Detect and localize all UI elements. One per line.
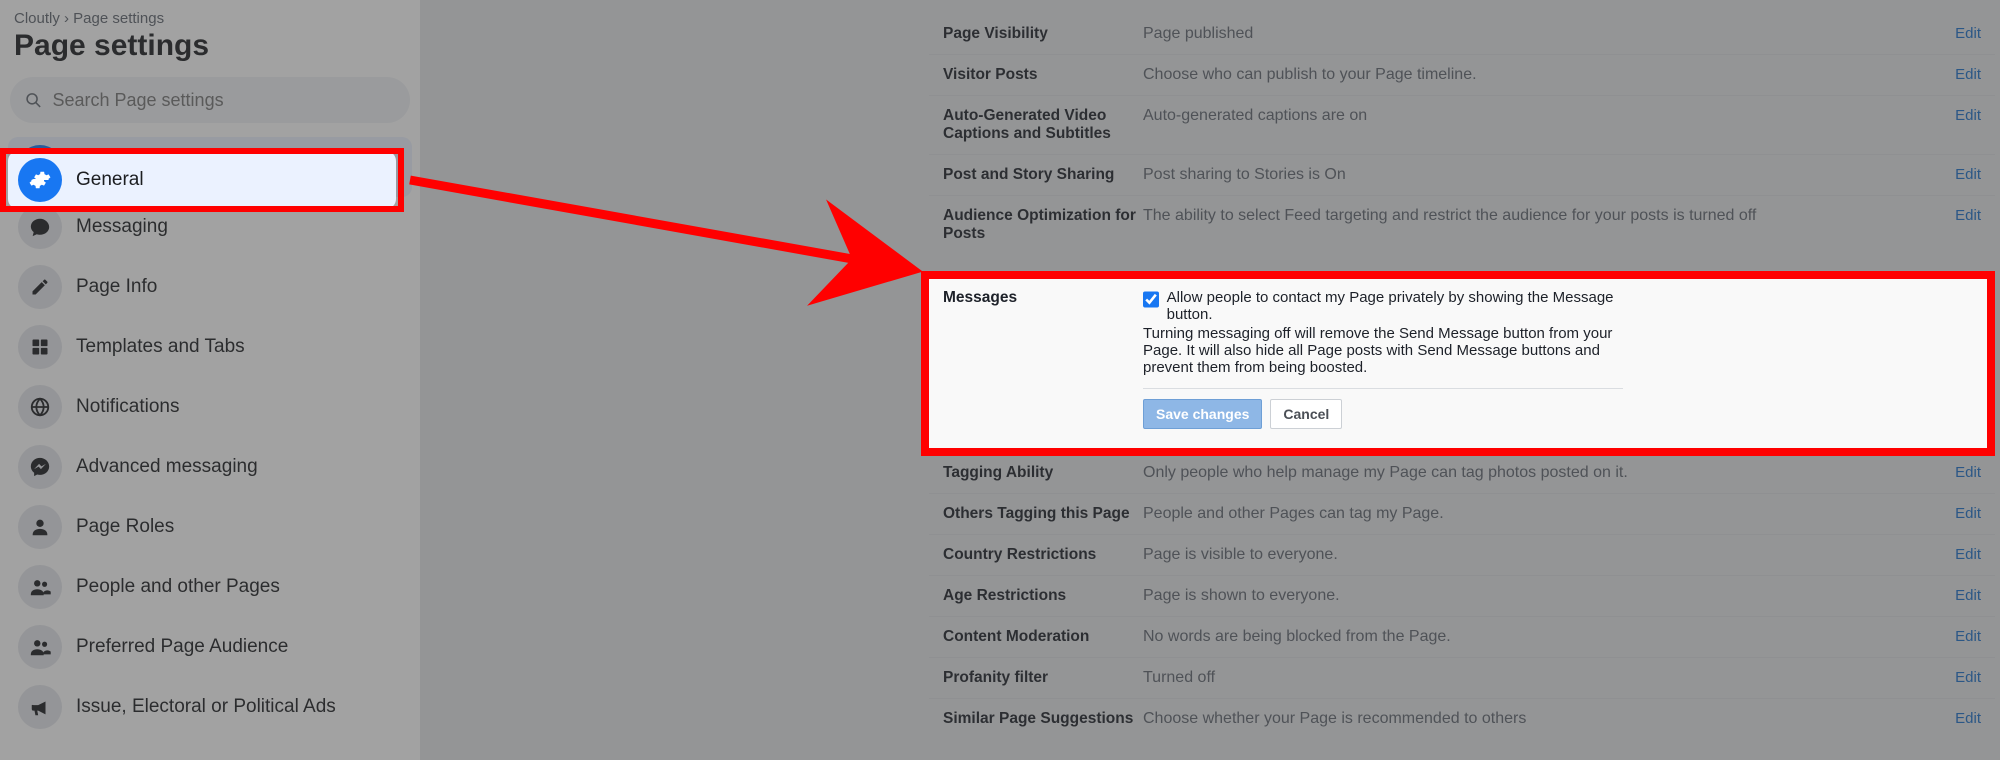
settings-bottom: Tagging Ability Only people who help man… xyxy=(929,453,1995,739)
row-similar-page-suggestions: Similar Page Suggestions Choose whether … xyxy=(929,698,1995,739)
search-icon xyxy=(24,90,42,110)
row-label: Auto-Generated Video Captions and Subtit… xyxy=(943,107,1143,143)
row-desc: People and other Pages can tag my Page. xyxy=(1143,505,1921,523)
grid-icon xyxy=(18,325,62,369)
row-label: Content Moderation xyxy=(943,628,1143,646)
sidebar-item-advanced-messaging[interactable]: Advanced messaging xyxy=(8,437,412,497)
cancel-button[interactable]: Cancel xyxy=(1270,399,1342,429)
search-input[interactable] xyxy=(52,90,396,111)
sidebar-item-label: Preferred Page Audience xyxy=(76,636,288,658)
sidebar-item-label: General xyxy=(76,169,144,191)
page-title: Page settings xyxy=(0,29,420,77)
edit-link[interactable]: Edit xyxy=(1921,546,1981,563)
row-label: Post and Story Sharing xyxy=(943,166,1143,184)
row-label: Audience Optimization for Posts xyxy=(943,207,1143,243)
row-profanity-filter: Profanity filter Turned off Edit xyxy=(929,657,1995,698)
breadcrumb: Cloutly › Page settings xyxy=(0,10,420,29)
row-desc: Only people who help manage my Page can … xyxy=(1143,464,1921,482)
messages-checkbox-label: Allow people to contact my Page privatel… xyxy=(1167,289,1623,323)
edit-link[interactable]: Edit xyxy=(1921,710,1981,727)
person-icon xyxy=(18,505,62,549)
edit-link[interactable]: Edit xyxy=(1921,107,1981,124)
edit-link[interactable]: Edit xyxy=(1921,587,1981,604)
edit-link[interactable]: Edit xyxy=(1921,669,1981,686)
sidebar-item-page-roles[interactable]: Page Roles xyxy=(8,497,412,557)
search-box[interactable] xyxy=(10,77,410,123)
edit-link[interactable]: Edit xyxy=(1921,464,1981,481)
row-visitor-posts: Visitor Posts Choose who can publish to … xyxy=(929,54,1995,95)
edit-link[interactable]: Edit xyxy=(1921,25,1981,42)
row-label: Messages xyxy=(943,289,1143,307)
messages-checkbox[interactable] xyxy=(1143,291,1159,308)
row-desc: Page is visible to everyone. xyxy=(1143,546,1921,564)
row-country-restrictions: Country Restrictions Page is visible to … xyxy=(929,534,1995,575)
row-desc: Page is shown to everyone. xyxy=(1143,587,1921,605)
sidebar-item-notifications[interactable]: Notifications xyxy=(8,377,412,437)
sidebar-item-general-highlighted[interactable]: General xyxy=(8,151,396,209)
sidebar-item-people-pages[interactable]: People and other Pages xyxy=(8,557,412,617)
sidebar-item-templates-tabs[interactable]: Templates and Tabs xyxy=(8,317,412,377)
pencil-icon xyxy=(18,265,62,309)
row-label: Profanity filter xyxy=(943,669,1143,687)
sidebar-item-label: Messaging xyxy=(76,216,168,238)
globe-icon xyxy=(18,385,62,429)
row-desc: Choose who can publish to your Page time… xyxy=(1143,66,1921,84)
row-age-restrictions: Age Restrictions Page is shown to everyo… xyxy=(929,575,1995,616)
messages-panel-highlighted: Messages Allow people to contact my Page… xyxy=(929,279,1995,449)
people-icon xyxy=(18,565,62,609)
sidebar-item-label: Notifications xyxy=(76,396,180,418)
settings-top: Page Visibility Page published Edit Visi… xyxy=(929,14,1995,254)
edit-link[interactable]: Edit xyxy=(1921,207,1981,224)
row-label: Tagging Ability xyxy=(943,464,1143,482)
edit-link[interactable]: Edit xyxy=(1921,66,1981,83)
row-post-story-sharing: Post and Story Sharing Post sharing to S… xyxy=(929,154,1995,195)
row-auto-captions: Auto-Generated Video Captions and Subtit… xyxy=(929,95,1995,154)
sidebar-item-label: Advanced messaging xyxy=(76,456,258,478)
sidebar-item-page-info[interactable]: Page Info xyxy=(8,257,412,317)
messenger-icon xyxy=(18,445,62,489)
row-page-visibility: Page Visibility Page published Edit xyxy=(929,14,1995,54)
megaphone-icon xyxy=(18,685,62,729)
row-desc: No words are being blocked from the Page… xyxy=(1143,628,1921,646)
sidebar-item-political-ads[interactable]: Issue, Electoral or Political Ads xyxy=(8,677,412,737)
edit-link[interactable]: Edit xyxy=(1921,166,1981,183)
save-changes-button[interactable]: Save changes xyxy=(1143,399,1262,429)
sidebar-item-preferred-audience[interactable]: Preferred Page Audience xyxy=(8,617,412,677)
row-label: Age Restrictions xyxy=(943,587,1143,605)
edit-link[interactable]: Edit xyxy=(1921,628,1981,645)
people-icon xyxy=(18,625,62,669)
row-others-tagging: Others Tagging this Page People and othe… xyxy=(929,493,1995,534)
row-desc: The ability to select Feed targeting and… xyxy=(1143,207,1921,225)
row-label: Similar Page Suggestions xyxy=(943,710,1143,728)
row-desc: Turned off xyxy=(1143,669,1921,687)
divider xyxy=(1143,388,1623,389)
sidebar: Cloutly › Page settings Page settings Ge… xyxy=(0,0,420,760)
row-content-moderation: Content Moderation No words are being bl… xyxy=(929,616,1995,657)
sidebar-item-label: Templates and Tabs xyxy=(76,336,245,358)
row-label: Others Tagging this Page xyxy=(943,505,1143,523)
gear-icon xyxy=(18,158,62,202)
messages-subtext: Turning messaging off will remove the Se… xyxy=(1143,325,1623,376)
sidebar-item-label: Page Roles xyxy=(76,516,174,538)
messages-checkbox-row[interactable]: Allow people to contact my Page privatel… xyxy=(1143,289,1623,323)
sidebar-item-label: People and other Pages xyxy=(76,576,280,598)
row-label: Country Restrictions xyxy=(943,546,1143,564)
row-label: Page Visibility xyxy=(943,25,1143,43)
annotation-arrow xyxy=(404,150,964,310)
edit-link[interactable]: Edit xyxy=(1921,505,1981,522)
row-label: Visitor Posts xyxy=(943,66,1143,84)
row-desc: Page published xyxy=(1143,25,1921,43)
row-desc: Post sharing to Stories is On xyxy=(1143,166,1921,184)
row-tagging-ability: Tagging Ability Only people who help man… xyxy=(929,453,1995,493)
row-desc: Auto-generated captions are on xyxy=(1143,107,1921,125)
sidebar-item-label: Issue, Electoral or Political Ads xyxy=(76,696,336,718)
chat-icon xyxy=(18,205,62,249)
sidebar-item-label: Page Info xyxy=(76,276,157,298)
row-audience-optimization: Audience Optimization for Posts The abil… xyxy=(929,195,1995,254)
row-desc: Choose whether your Page is recommended … xyxy=(1143,710,1921,728)
